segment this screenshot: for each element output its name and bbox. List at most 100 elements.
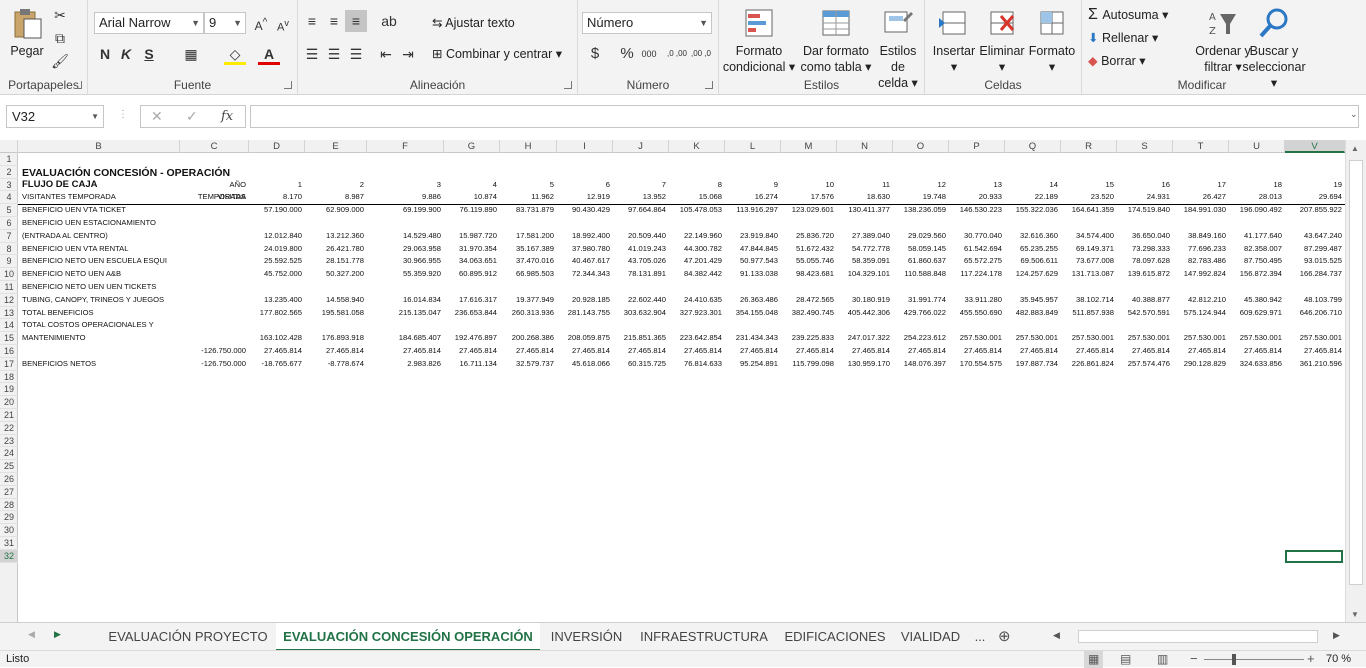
- row-header-26[interactable]: 26: [0, 473, 18, 486]
- data-cell[interactable]: 29.694: [1285, 191, 1342, 204]
- row-header-19[interactable]: 19: [0, 383, 18, 397]
- row-header-12[interactable]: 12: [0, 294, 18, 307]
- zoom-out-icon[interactable]: −: [1190, 650, 1198, 667]
- data-cell[interactable]: 27.465.814: [305, 345, 364, 358]
- data-cell[interactable]: 87.750.495: [1229, 255, 1282, 268]
- data-cell[interactable]: 11.962: [500, 191, 554, 204]
- data-cell[interactable]: 37.980.780: [557, 243, 610, 256]
- row-header-21[interactable]: 21: [0, 409, 18, 422]
- data-cell[interactable]: 47.844.845: [725, 243, 778, 256]
- data-cell[interactable]: 27.465.814: [725, 345, 778, 358]
- data-cell[interactable]: 124.257.629: [1005, 268, 1058, 281]
- data-cell[interactable]: 27.465.814: [1229, 345, 1282, 358]
- zoom-level[interactable]: 70 %: [1326, 651, 1351, 668]
- data-cell[interactable]: 327.923.301: [669, 307, 722, 320]
- data-cell[interactable]: 62.909.000: [305, 204, 364, 217]
- page-break-icon[interactable]: ▥: [1157, 651, 1168, 668]
- data-cell[interactable]: 257.530.001: [1285, 332, 1342, 345]
- data-cell[interactable]: 36.650.040: [1117, 230, 1170, 243]
- data-cell[interactable]: 239.225.833: [781, 332, 834, 345]
- row-header-6[interactable]: 6: [0, 217, 18, 230]
- row-header-23[interactable]: 23: [0, 435, 18, 448]
- data-cell[interactable]: 27.465.814: [613, 345, 666, 358]
- data-cell[interactable]: 32.616.360: [1005, 230, 1058, 243]
- column-header-q[interactable]: Q: [1005, 140, 1061, 153]
- expand-formula-icon[interactable]: ⌄: [1350, 109, 1358, 120]
- format-button[interactable]: Formato ▾: [1027, 6, 1077, 75]
- column-header-p[interactable]: P: [949, 140, 1005, 153]
- data-cell[interactable]: 82.358.007: [1229, 243, 1282, 256]
- column-header-l[interactable]: L: [725, 140, 781, 153]
- data-cell[interactable]: 78.131.891: [613, 268, 666, 281]
- data-cell[interactable]: 27.465.814: [367, 345, 441, 358]
- name-box[interactable]: V32 ▼: [6, 105, 104, 128]
- row-header-7[interactable]: 7: [0, 230, 18, 243]
- data-cell[interactable]: 84.382.442: [669, 268, 722, 281]
- data-cell[interactable]: 27.465.814: [249, 345, 302, 358]
- data-cell[interactable]: 16.274: [725, 191, 778, 204]
- format-painter-icon[interactable]: 🖌: [49, 50, 71, 72]
- data-cell[interactable]: 30.770.040: [949, 230, 1002, 243]
- data-cell[interactable]: 60.315.725: [613, 358, 666, 371]
- data-cell[interactable]: 60.895.912: [444, 268, 497, 281]
- autosum-button[interactable]: Σ Autosuma ▾: [1088, 4, 1168, 26]
- data-cell[interactable]: 98.423.681: [781, 268, 834, 281]
- data-cell[interactable]: 47.201.429: [669, 255, 722, 268]
- data-cell[interactable]: 290.128.829: [1173, 358, 1226, 371]
- data-cell[interactable]: 176.893.918: [305, 332, 364, 345]
- column-header-r[interactable]: R: [1061, 140, 1117, 153]
- data-cell[interactable]: 8.170: [249, 191, 302, 204]
- scroll-right-icon[interactable]: ▶: [1333, 630, 1340, 641]
- column-header-h[interactable]: H: [500, 140, 557, 153]
- data-cell[interactable]: 27.465.814: [1117, 345, 1170, 358]
- cancel-icon[interactable]: ✕: [151, 108, 163, 125]
- data-cell[interactable]: 41.019.243: [613, 243, 666, 256]
- formula-input[interactable]: [250, 105, 1359, 128]
- data-cell[interactable]: 65.235.255: [1005, 243, 1058, 256]
- data-cell[interactable]: 257.530.001: [1005, 332, 1058, 345]
- decrease-indent-icon[interactable]: ⇤: [375, 43, 397, 65]
- data-cell[interactable]: 17.616.317: [444, 294, 497, 307]
- horizontal-scroll-thumb[interactable]: [1078, 630, 1318, 643]
- data-cell[interactable]: 27.465.814: [1285, 345, 1342, 358]
- data-cell[interactable]: 303.632.904: [613, 307, 666, 320]
- orientation-icon[interactable]: ab: [378, 10, 400, 32]
- column-header-b[interactable]: B: [18, 140, 180, 153]
- data-cell[interactable]: 170.554.575: [949, 358, 1002, 371]
- data-cell[interactable]: 40.388.877: [1117, 294, 1170, 307]
- data-cell[interactable]: 27.465.814: [1005, 345, 1058, 358]
- data-cell[interactable]: 609.629.971: [1229, 307, 1282, 320]
- row-header-11[interactable]: 11: [0, 281, 18, 294]
- data-cell[interactable]: 82.783.486: [1173, 255, 1226, 268]
- sheet-tab[interactable]: EDIFICACIONES: [775, 623, 895, 651]
- row-header-10[interactable]: 10: [0, 268, 18, 281]
- data-cell[interactable]: 29.063.958: [367, 243, 441, 256]
- data-cell[interactable]: 257.530.001: [949, 332, 1002, 345]
- data-cell[interactable]: 646.206.710: [1285, 307, 1342, 320]
- row-header-2[interactable]: 2: [0, 166, 18, 179]
- copy-icon[interactable]: ⧉: [49, 27, 71, 49]
- font-color-icon[interactable]: A: [258, 43, 280, 65]
- data-cell[interactable]: 24.931: [1117, 191, 1170, 204]
- data-cell[interactable]: 69.199.900: [367, 204, 441, 217]
- data-cell[interactable]: 77.696.233: [1173, 243, 1226, 256]
- data-cell[interactable]: 35.167.389: [500, 243, 554, 256]
- row-header-24[interactable]: 24: [0, 447, 18, 461]
- bold-button[interactable]: N: [94, 43, 116, 65]
- prev-sheet-icon[interactable]: ◀: [28, 629, 35, 640]
- column-header-u[interactable]: U: [1229, 140, 1285, 153]
- data-cell[interactable]: 28.151.778: [305, 255, 364, 268]
- add-sheet-icon[interactable]: ⊕: [998, 627, 1011, 645]
- initial-value-cell[interactable]: -126.750.000: [180, 345, 246, 358]
- data-cell[interactable]: 31.991.774: [893, 294, 946, 307]
- data-cell[interactable]: 87.299.487: [1285, 243, 1342, 256]
- data-cell[interactable]: 27.465.814: [837, 345, 890, 358]
- wrap-text-button[interactable]: ⇆ Ajustar texto: [432, 12, 515, 34]
- data-cell[interactable]: 324.633.856: [1229, 358, 1282, 371]
- data-cell[interactable]: 148.076.397: [893, 358, 946, 371]
- data-cell[interactable]: 27.389.040: [837, 230, 890, 243]
- data-cell[interactable]: 12.012.840: [249, 230, 302, 243]
- data-cell[interactable]: 30.180.919: [837, 294, 890, 307]
- data-cell[interactable]: 33.911.280: [949, 294, 1002, 307]
- data-cell[interactable]: 27.465.814: [1061, 345, 1114, 358]
